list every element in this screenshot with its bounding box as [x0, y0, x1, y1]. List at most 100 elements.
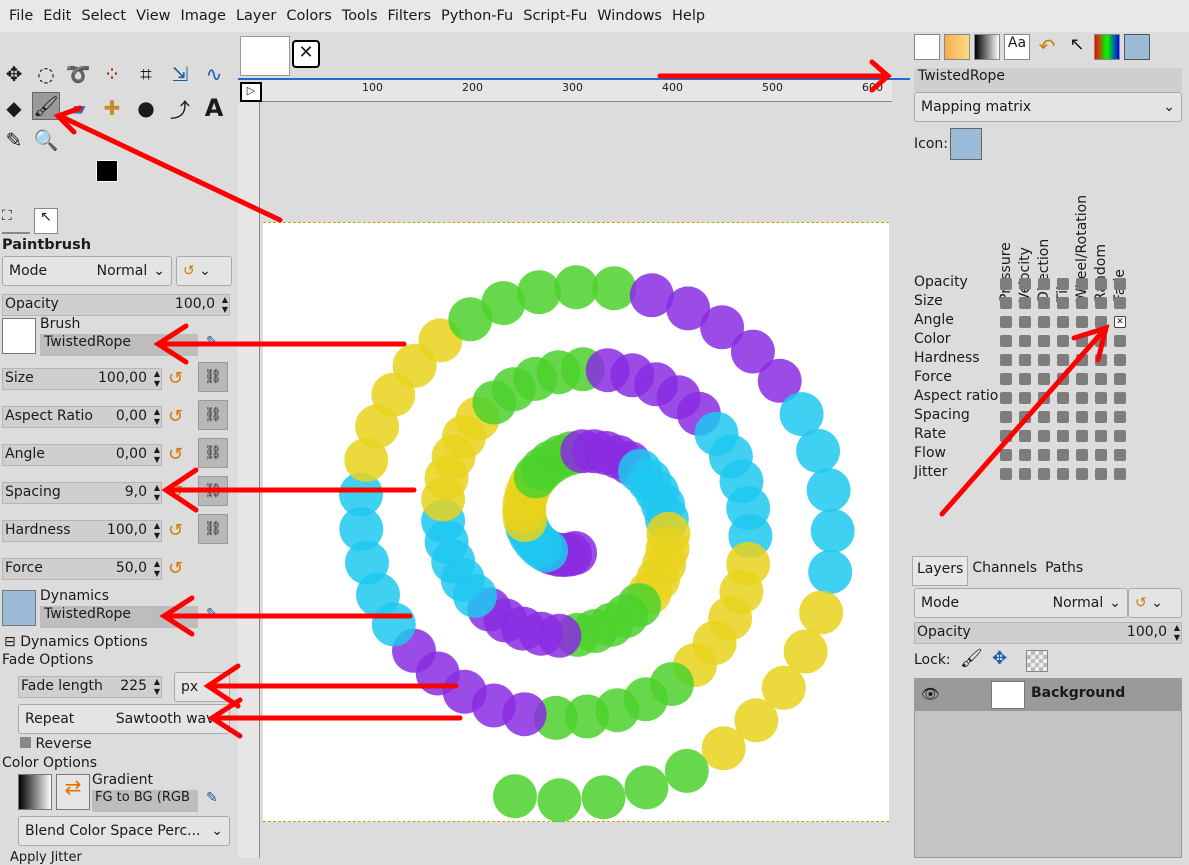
- menu-colors[interactable]: Colors: [281, 8, 336, 24]
- matrix-cell[interactable]: [1019, 468, 1031, 480]
- patterns-tab-icon[interactable]: [944, 34, 970, 60]
- matrix-cell[interactable]: [1095, 278, 1107, 290]
- matrix-cell[interactable]: [1019, 278, 1031, 290]
- matrix-cell[interactable]: [1114, 449, 1126, 461]
- matrix-cell[interactable]: ✕: [1114, 316, 1126, 328]
- matrix-cell[interactable]: [1057, 335, 1069, 347]
- gradient-reverse-icon[interactable]: ⇄: [56, 774, 90, 810]
- edit-brush-icon[interactable]: ✎: [206, 334, 218, 350]
- matrix-cell[interactable]: [1038, 278, 1050, 290]
- matrix-cell[interactable]: [1000, 354, 1012, 366]
- matrix-cell[interactable]: [1019, 316, 1031, 328]
- tab-paths[interactable]: Paths: [1041, 556, 1087, 586]
- matrix-cell[interactable]: [1076, 316, 1088, 328]
- menu-view[interactable]: View: [131, 8, 175, 24]
- pointer-tab-icon[interactable]: ↖: [1064, 34, 1090, 60]
- aspect-reset-icon[interactable]: ↺: [168, 406, 190, 428]
- matrix-cell[interactable]: [1038, 449, 1050, 461]
- repeat-select[interactable]: Repeat Sawtooth wave: [18, 704, 230, 734]
- canvas[interactable]: [263, 222, 889, 823]
- angle-chain-icon[interactable]: ⛓: [198, 438, 228, 468]
- matrix-cell[interactable]: [1114, 373, 1126, 385]
- opacity-slider[interactable]: Opacity 100,0 ▲ ▼: [2, 294, 230, 316]
- matrix-cell[interactable]: [1095, 411, 1107, 423]
- matrix-cell[interactable]: [1019, 373, 1031, 385]
- matrix-cell[interactable]: [1019, 335, 1031, 347]
- matrix-cell[interactable]: [1019, 411, 1031, 423]
- spacing-slider[interactable]: Spacing 9,0 ▲ ▼: [2, 482, 162, 504]
- brushes-tab-icon[interactable]: [914, 34, 940, 60]
- matrix-cell[interactable]: [1076, 449, 1088, 461]
- matrix-cell[interactable]: [1095, 392, 1107, 404]
- matrix-cell[interactable]: [1076, 278, 1088, 290]
- menu-image[interactable]: Image: [176, 8, 231, 24]
- force-slider[interactable]: Force 50,0 ▲ ▼: [2, 558, 162, 580]
- tab-channels[interactable]: Channels: [968, 556, 1041, 586]
- spacing-reset-icon[interactable]: ↺: [168, 482, 190, 504]
- brush-preview[interactable]: [2, 318, 36, 354]
- color-picker-icon[interactable]: ✎: [0, 126, 28, 154]
- edit-dynamics-icon[interactable]: ✎: [206, 606, 218, 622]
- text-icon[interactable]: A: [200, 94, 228, 122]
- matrix-cell[interactable]: [1019, 354, 1031, 366]
- matrix-cell[interactable]: [1038, 297, 1050, 309]
- matrix-cell[interactable]: [1114, 335, 1126, 347]
- matrix-cell[interactable]: [1038, 468, 1050, 480]
- menu-edit[interactable]: Edit: [38, 8, 76, 24]
- matrix-cell[interactable]: [1076, 297, 1088, 309]
- matrix-cell[interactable]: [1095, 354, 1107, 366]
- matrix-cell[interactable]: [1095, 449, 1107, 461]
- size-slider[interactable]: Size 100,00 ▲ ▼: [2, 368, 162, 390]
- heal-icon[interactable]: ✚: [98, 94, 126, 122]
- force-reset-icon[interactable]: ↺: [168, 558, 190, 580]
- spacing-chain-icon[interactable]: ⛓: [198, 476, 228, 506]
- matrix-cell[interactable]: [1000, 411, 1012, 423]
- matrix-cell[interactable]: [1057, 430, 1069, 442]
- matrix-cell[interactable]: [1057, 373, 1069, 385]
- matrix-cell[interactable]: [1000, 335, 1012, 347]
- matrix-cell[interactable]: [1019, 392, 1031, 404]
- matrix-cell[interactable]: [1000, 392, 1012, 404]
- fade-unit-select[interactable]: px: [174, 672, 230, 702]
- fonts-tab-icon[interactable]: Aa: [1004, 34, 1030, 60]
- gradient-preview[interactable]: [18, 774, 52, 810]
- matrix-cell[interactable]: [1000, 430, 1012, 442]
- dynamics-tab-icon[interactable]: [1124, 34, 1150, 60]
- transform-icon[interactable]: ⇲: [166, 60, 194, 88]
- fuzzy-select-icon[interactable]: ⁘: [98, 60, 126, 88]
- hardness-slider[interactable]: Hardness 100,0 ▲ ▼: [2, 520, 162, 542]
- visibility-eye-icon[interactable]: 👁: [921, 685, 940, 703]
- matrix-cell[interactable]: [1095, 297, 1107, 309]
- matrix-cell[interactable]: [1114, 392, 1126, 404]
- matrix-cell[interactable]: [1000, 468, 1012, 480]
- menu-layer[interactable]: Layer: [231, 8, 281, 24]
- matrix-cell[interactable]: [1114, 297, 1126, 309]
- dynamics-options-expander[interactable]: ⊟ Dynamics Options: [4, 634, 148, 650]
- zoom-icon[interactable]: 🔍: [32, 126, 60, 154]
- lock-alpha-icon[interactable]: [1026, 650, 1048, 672]
- brush-name[interactable]: TwistedRope: [40, 334, 198, 356]
- ellipse-select-icon[interactable]: ◌: [32, 60, 60, 88]
- matrix-cell[interactable]: [1019, 449, 1031, 461]
- hardness-reset-icon[interactable]: ↺: [168, 520, 190, 542]
- matrix-cell[interactable]: [1057, 449, 1069, 461]
- layer-mode-reset[interactable]: ↺ ⌄: [1128, 588, 1182, 618]
- mode-select[interactable]: Mode Normal ⌄: [2, 256, 172, 286]
- menu-windows[interactable]: Windows: [592, 8, 667, 24]
- tab-tool-options[interactable]: ⛶: [2, 208, 30, 234]
- close-image-icon[interactable]: ✕: [292, 40, 320, 68]
- matrix-cell[interactable]: [1000, 316, 1012, 328]
- tab-layers[interactable]: Layers: [912, 556, 969, 586]
- matrix-cell[interactable]: [1000, 278, 1012, 290]
- warp-icon[interactable]: ∿: [200, 60, 228, 88]
- gradients-tab-icon[interactable]: [974, 34, 1000, 60]
- crop-icon[interactable]: ⌗: [132, 60, 160, 88]
- matrix-cell[interactable]: [1057, 316, 1069, 328]
- mode-reset-button[interactable]: ↺ ⌄: [176, 256, 232, 286]
- matrix-cell[interactable]: [1000, 449, 1012, 461]
- menu-script-fu[interactable]: Script-Fu: [518, 8, 592, 24]
- matrix-cell[interactable]: [1114, 354, 1126, 366]
- matrix-cell[interactable]: [1057, 354, 1069, 366]
- edit-gradient-icon[interactable]: ✎: [206, 790, 218, 806]
- size-chain-icon[interactable]: ⛓: [198, 362, 228, 392]
